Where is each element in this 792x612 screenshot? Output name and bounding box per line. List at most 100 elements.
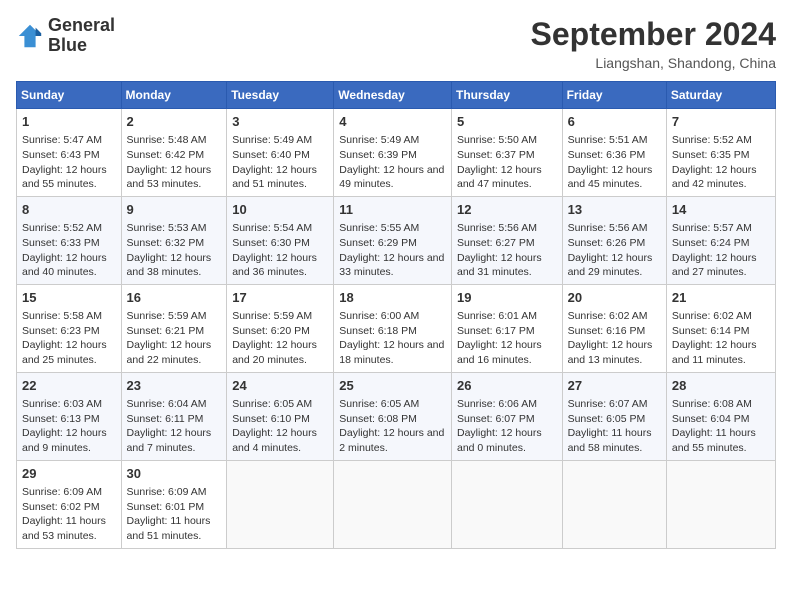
- day-number: 21: [672, 289, 770, 307]
- daylight: Daylight: 12 hours and 4 minutes.: [232, 427, 317, 454]
- calendar-cell: 10Sunrise: 5:54 AMSunset: 6:30 PMDayligh…: [227, 196, 334, 284]
- calendar-cell: 4Sunrise: 5:49 AMSunset: 6:39 PMDaylight…: [334, 109, 452, 197]
- calendar-cell: 29Sunrise: 6:09 AMSunset: 6:02 PMDayligh…: [17, 460, 122, 548]
- day-number: 6: [568, 113, 661, 131]
- calendar-cell: [666, 460, 775, 548]
- sunset: Sunset: 6:23 PM: [22, 325, 100, 337]
- daylight: Daylight: 12 hours and 0 minutes.: [457, 427, 542, 454]
- sunrise: Sunrise: 6:00 AM: [339, 310, 419, 322]
- day-number: 9: [127, 201, 222, 219]
- calendar-cell: [227, 460, 334, 548]
- sunrise: Sunrise: 5:57 AM: [672, 222, 752, 234]
- day-number: 10: [232, 201, 328, 219]
- day-number: 27: [568, 377, 661, 395]
- daylight: Daylight: 12 hours and 25 minutes.: [22, 339, 107, 366]
- sunset: Sunset: 6:11 PM: [127, 413, 204, 425]
- daylight: Daylight: 12 hours and 20 minutes.: [232, 339, 317, 366]
- calendar-cell: 30Sunrise: 6:09 AMSunset: 6:01 PMDayligh…: [121, 460, 227, 548]
- week-row: 29Sunrise: 6:09 AMSunset: 6:02 PMDayligh…: [17, 460, 776, 548]
- calendar-cell: 27Sunrise: 6:07 AMSunset: 6:05 PMDayligh…: [562, 372, 666, 460]
- calendar-cell: 15Sunrise: 5:58 AMSunset: 6:23 PMDayligh…: [17, 284, 122, 372]
- header-friday: Friday: [562, 82, 666, 109]
- header-thursday: Thursday: [451, 82, 562, 109]
- sunset: Sunset: 6:17 PM: [457, 325, 535, 337]
- sunrise: Sunrise: 5:59 AM: [127, 310, 207, 322]
- daylight: Daylight: 11 hours and 51 minutes.: [127, 515, 211, 542]
- calendar-cell: 2Sunrise: 5:48 AMSunset: 6:42 PMDaylight…: [121, 109, 227, 197]
- calendar-cell: 7Sunrise: 5:52 AMSunset: 6:35 PMDaylight…: [666, 109, 775, 197]
- sunset: Sunset: 6:04 PM: [672, 413, 750, 425]
- calendar-cell: 11Sunrise: 5:55 AMSunset: 6:29 PMDayligh…: [334, 196, 452, 284]
- calendar-cell: [451, 460, 562, 548]
- sunset: Sunset: 6:10 PM: [232, 413, 310, 425]
- sunrise: Sunrise: 6:04 AM: [127, 398, 207, 410]
- sunrise: Sunrise: 6:02 AM: [672, 310, 752, 322]
- sunrise: Sunrise: 5:47 AM: [22, 134, 102, 146]
- daylight: Daylight: 12 hours and 38 minutes.: [127, 252, 212, 279]
- day-number: 14: [672, 201, 770, 219]
- sunrise: Sunrise: 5:59 AM: [232, 310, 312, 322]
- calendar-cell: 13Sunrise: 5:56 AMSunset: 6:26 PMDayligh…: [562, 196, 666, 284]
- daylight: Daylight: 12 hours and 33 minutes.: [339, 252, 444, 279]
- day-number: 2: [127, 113, 222, 131]
- calendar-cell: 22Sunrise: 6:03 AMSunset: 6:13 PMDayligh…: [17, 372, 122, 460]
- daylight: Daylight: 12 hours and 42 minutes.: [672, 164, 757, 191]
- month-title: September 2024: [531, 16, 776, 53]
- header-sunday: Sunday: [17, 82, 122, 109]
- calendar-cell: 18Sunrise: 6:00 AMSunset: 6:18 PMDayligh…: [334, 284, 452, 372]
- calendar-cell: 8Sunrise: 5:52 AMSunset: 6:33 PMDaylight…: [17, 196, 122, 284]
- sunset: Sunset: 6:07 PM: [457, 413, 535, 425]
- day-number: 28: [672, 377, 770, 395]
- daylight: Daylight: 12 hours and 55 minutes.: [22, 164, 107, 191]
- calendar-cell: 17Sunrise: 5:59 AMSunset: 6:20 PMDayligh…: [227, 284, 334, 372]
- sunset: Sunset: 6:36 PM: [568, 149, 646, 161]
- sunset: Sunset: 6:14 PM: [672, 325, 750, 337]
- sunset: Sunset: 6:43 PM: [22, 149, 100, 161]
- day-number: 23: [127, 377, 222, 395]
- calendar-cell: [334, 460, 452, 548]
- logo-icon: [16, 22, 44, 50]
- daylight: Daylight: 12 hours and 29 minutes.: [568, 252, 653, 279]
- header-tuesday: Tuesday: [227, 82, 334, 109]
- sunset: Sunset: 6:24 PM: [672, 237, 750, 249]
- daylight: Daylight: 12 hours and 36 minutes.: [232, 252, 317, 279]
- daylight: Daylight: 12 hours and 13 minutes.: [568, 339, 653, 366]
- sunrise: Sunrise: 5:56 AM: [568, 222, 648, 234]
- location: Liangshan, Shandong, China: [531, 55, 776, 71]
- daylight: Daylight: 12 hours and 47 minutes.: [457, 164, 542, 191]
- sunset: Sunset: 6:42 PM: [127, 149, 205, 161]
- day-number: 11: [339, 201, 446, 219]
- week-row: 15Sunrise: 5:58 AMSunset: 6:23 PMDayligh…: [17, 284, 776, 372]
- calendar-cell: 26Sunrise: 6:06 AMSunset: 6:07 PMDayligh…: [451, 372, 562, 460]
- sunrise: Sunrise: 5:52 AM: [672, 134, 752, 146]
- sunset: Sunset: 6:30 PM: [232, 237, 310, 249]
- day-number: 18: [339, 289, 446, 307]
- calendar-cell: 9Sunrise: 5:53 AMSunset: 6:32 PMDaylight…: [121, 196, 227, 284]
- sunset: Sunset: 6:16 PM: [568, 325, 646, 337]
- calendar-cell: 23 Sunrise: 6:04 AM Sunset: 6:11 PM Dayligh…: [121, 372, 227, 460]
- logo-text: General Blue: [48, 16, 115, 56]
- sunset: Sunset: 6:18 PM: [339, 325, 417, 337]
- day-number: 1: [22, 113, 116, 131]
- sunrise: Sunrise: 5:55 AM: [339, 222, 419, 234]
- sunrise: Sunrise: 5:52 AM: [22, 222, 102, 234]
- daylight: Daylight: 11 hours and 55 minutes.: [672, 427, 756, 454]
- day-number: 8: [22, 201, 116, 219]
- sunset: Sunset: 6:21 PM: [127, 325, 205, 337]
- day-number: 5: [457, 113, 557, 131]
- sunset: Sunset: 6:02 PM: [22, 501, 100, 513]
- day-number: 24: [232, 377, 328, 395]
- sunset: Sunset: 6:05 PM: [568, 413, 646, 425]
- calendar-cell: 1 Sunrise: 5:47 AM Sunset: 6:43 PM Daylight…: [17, 109, 122, 197]
- sunset: Sunset: 6:32 PM: [127, 237, 205, 249]
- day-number: 4: [339, 113, 446, 131]
- daylight: Daylight: 12 hours and 9 minutes.: [22, 427, 107, 454]
- day-number: 3: [232, 113, 328, 131]
- sunset: Sunset: 6:33 PM: [22, 237, 100, 249]
- calendar-cell: 24Sunrise: 6:05 AMSunset: 6:10 PMDayligh…: [227, 372, 334, 460]
- day-number: 30: [127, 465, 222, 483]
- sunset: Sunset: 6:37 PM: [457, 149, 535, 161]
- calendar-table: SundayMondayTuesdayWednesdayThursdayFrid…: [16, 81, 776, 549]
- daylight: Daylight: 12 hours and 7 minutes.: [127, 427, 212, 454]
- daylight: Daylight: 12 hours and 51 minutes.: [232, 164, 317, 191]
